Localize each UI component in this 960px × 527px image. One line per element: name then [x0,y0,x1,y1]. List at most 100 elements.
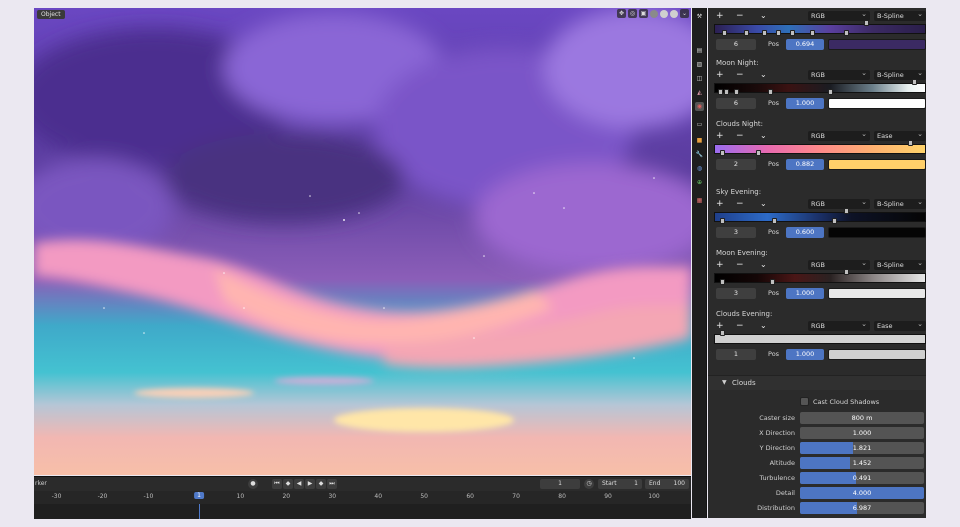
world-tab-icon[interactable]: ◉ [695,102,704,111]
stop-position-field[interactable]: 0.882 [786,159,824,170]
chevron-down-icon[interactable]: ⌄ [760,198,767,210]
property-slider[interactable]: 6.987 [800,502,924,514]
color-stop-handle[interactable] [832,218,837,224]
chevron-down-icon[interactable]: ⌄ [760,320,767,332]
active-stop-index-field[interactable]: 3 [716,227,756,238]
color-stop-handle[interactable] [718,89,723,95]
color-stop-handle[interactable] [908,140,913,146]
remove-stop-icon[interactable]: − [736,259,744,271]
color-stop-handle[interactable] [724,89,729,95]
active-stop-index-field[interactable]: 6 [716,39,756,50]
chevron-down-icon[interactable]: ⌄ [680,9,689,18]
color-stop-handle[interactable] [770,279,775,285]
color-stop-handle[interactable] [912,79,917,85]
physics-tab-icon[interactable]: ◍ [695,164,704,173]
active-stop-index-field[interactable]: 3 [716,288,756,299]
color-stop-handle[interactable] [734,89,739,95]
jump-start-icon[interactable]: ⏮ [272,479,282,489]
interpolation-dropdown[interactable]: B-Spline [874,258,926,270]
active-stop-index-field[interactable]: 2 [716,159,756,170]
stop-color-swatch[interactable] [828,98,926,109]
color-stop-handle[interactable] [790,30,795,36]
collapse-arrow-icon[interactable]: ▼ [722,379,727,386]
collection-tab-icon[interactable]: ▭ [695,120,704,129]
modifier-tab-icon[interactable]: 🔧 [695,150,704,159]
end-frame-field[interactable]: End 100 [645,479,689,489]
chevron-down-icon[interactable]: ⌄ [760,69,767,81]
color-stop-handle[interactable] [756,150,761,156]
stop-position-field[interactable]: 0.600 [786,227,824,238]
stop-color-swatch[interactable] [828,39,926,50]
color-mode-dropdown[interactable]: RGB [808,9,870,21]
3d-viewport[interactable]: Object ✥ ◎ ▣ ⌄ [34,8,691,475]
gradient-bar[interactable] [714,212,926,222]
stop-position-field[interactable]: 1.000 [786,349,824,360]
stop-position-field[interactable]: 1.000 [786,288,824,299]
stop-color-swatch[interactable] [828,349,926,360]
gizmo-icon[interactable]: ✥ [617,9,626,18]
add-stop-icon[interactable]: + [716,259,724,271]
add-stop-icon[interactable]: + [716,10,724,22]
color-mode-dropdown[interactable]: RGB [808,319,870,331]
color-stop-handle[interactable] [722,30,727,36]
rendered-shading-icon[interactable] [670,9,678,18]
timeline-editor[interactable]: rker ● ⏮ ◆ ◀ ▶ ◆ ⏭ 1 ◷ Start 1 End 100 -… [34,476,691,519]
prev-keyframe-icon[interactable]: ◆ [283,479,293,489]
color-stop-handle[interactable] [720,150,725,156]
output-tab-icon[interactable]: ▨ [695,60,704,69]
gradient-bar[interactable] [714,334,926,344]
stop-position-field[interactable]: 0.694 [786,39,824,50]
start-frame-field[interactable]: Start 1 [598,479,642,489]
play-icon[interactable]: ▶ [305,479,315,489]
object-tab-icon[interactable]: ■ [695,136,704,145]
tool-tab-icon[interactable]: ⚒ [695,12,704,21]
chevron-down-icon[interactable]: ⌄ [760,130,767,142]
stop-color-swatch[interactable] [828,159,926,170]
record-icon[interactable]: ● [248,479,258,489]
cast-cloud-shadows-checkbox[interactable] [800,397,809,406]
color-stop-handle[interactable] [776,30,781,36]
render-tab-icon[interactable]: ▤ [695,46,704,55]
remove-stop-icon[interactable]: − [736,198,744,210]
solid-shading-icon[interactable] [650,9,658,18]
gradient-bar[interactable] [714,273,926,283]
color-stop-handle[interactable] [844,269,849,275]
scene-tab-icon[interactable]: ◭ [695,88,704,97]
remove-stop-icon[interactable]: − [736,130,744,142]
frame-ruler[interactable]: -30 -20 -10 1 10 20 30 40 50 60 70 80 90 100 [34,491,691,504]
add-stop-icon[interactable]: + [716,198,724,210]
overlay-icon[interactable]: ◎ [628,9,637,18]
interpolation-dropdown[interactable]: B-Spline [874,9,926,21]
properties-editor[interactable]: +−⌄RGBB-Spline6Pos0.694Moon Night:+−⌄RGB… [708,8,926,518]
gradient-bar[interactable] [714,83,926,93]
color-mode-dropdown[interactable]: RGB [808,129,870,141]
interpolation-dropdown[interactable]: Ease [874,129,926,141]
current-frame-field[interactable]: 1 [540,479,580,489]
interpolation-dropdown[interactable]: Ease [874,319,926,331]
stop-position-field[interactable]: 1.000 [786,98,824,109]
marker-menu[interactable]: rker [35,480,47,487]
color-mode-dropdown[interactable]: RGB [808,197,870,209]
color-stop-handle[interactable] [810,30,815,36]
color-stop-handle[interactable] [720,218,725,224]
gradient-bar[interactable] [714,144,926,154]
stop-color-swatch[interactable] [828,288,926,299]
color-stop-handle[interactable] [844,208,849,214]
color-stop-handle[interactable] [828,89,833,95]
remove-stop-icon[interactable]: − [736,69,744,81]
property-slider[interactable]: 800 m [800,412,924,424]
color-stop-handle[interactable] [720,279,725,285]
color-stop-handle[interactable] [762,30,767,36]
material-shading-icon[interactable] [660,9,668,18]
color-stop-handle[interactable] [768,89,773,95]
color-stop-handle[interactable] [744,30,749,36]
color-stop-handle[interactable] [844,30,849,36]
jump-end-icon[interactable]: ⏭ [327,479,337,489]
timeline-track[interactable] [34,504,691,519]
clock-icon[interactable]: ◷ [584,479,594,489]
view-layer-tab-icon[interactable]: ◫ [695,74,704,83]
property-slider[interactable]: 0.491 [800,472,924,484]
clouds-panel-header[interactable]: ▼ Clouds [708,375,926,390]
interpolation-dropdown[interactable]: B-Spline [874,197,926,209]
property-slider[interactable]: 1.452 [800,457,924,469]
